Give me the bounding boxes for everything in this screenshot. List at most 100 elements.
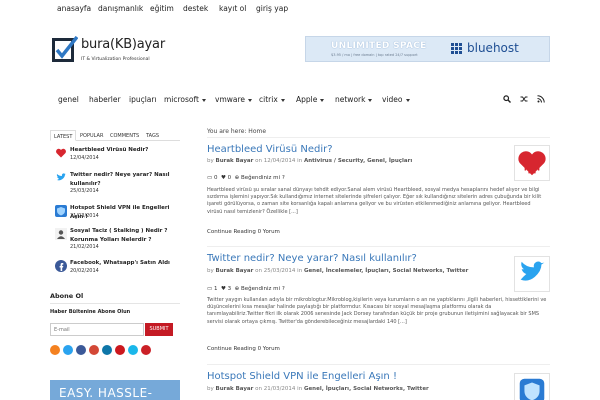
top-nav-danismanlik[interactable]: danışmanlık xyxy=(98,4,143,13)
banner-brand: bluehost xyxy=(467,41,519,55)
tab-popular[interactable]: POPULAR xyxy=(77,130,106,141)
bluehost-logo: bluehost xyxy=(451,41,543,59)
subscribe-heading: Abone Ol xyxy=(50,292,84,300)
list-item[interactable]: Twitter nedir? Neye yarar? Nasıl kullanı… xyxy=(55,171,180,194)
divider xyxy=(207,246,550,247)
promo-banner[interactable]: EASY. HASSLE-FREE xyxy=(50,380,180,400)
twitter-icon[interactable] xyxy=(514,256,550,292)
post-categories[interactable]: Genel, İpuçları, Social Networks, Twitte… xyxy=(304,386,429,392)
top-nav-kayit-ol[interactable]: kayıt ol xyxy=(219,4,246,13)
post-stats: ▭ 1 ♥ 3 ⊕ Beğendiniz mi ? xyxy=(207,286,285,292)
post-title[interactable]: Twitter nedir? Neye yarar? Nasıl kullanı… xyxy=(207,253,417,264)
email-field[interactable] xyxy=(50,323,144,336)
nav-video[interactable]: video xyxy=(382,95,410,104)
twitter-icon[interactable] xyxy=(63,345,73,355)
linkedin-icon[interactable] xyxy=(102,345,112,355)
continue-reading[interactable]: Continue Reading 0 Yorum xyxy=(207,346,280,352)
facebook-icon[interactable] xyxy=(76,345,86,355)
list-item-title[interactable]: Sosyal Taciz ( Stalking ) Nedir ? Korunm… xyxy=(70,227,175,245)
comment-icon: ▭ xyxy=(207,286,213,292)
tab-comments[interactable]: COMMENTS xyxy=(107,130,142,141)
top-nav-giris-yap[interactable]: giriş yap xyxy=(256,4,288,13)
top-nav-egitim[interactable]: eğitim xyxy=(150,4,174,13)
nav-genel[interactable]: genel xyxy=(58,95,79,104)
top-nav-anasayfa[interactable]: anasayfa xyxy=(57,4,91,13)
top-nav-destek[interactable]: destek xyxy=(183,4,208,13)
nav-ipuclari[interactable]: ipuçları xyxy=(129,95,157,104)
logo-subtitle: IT & Virtualization Professional xyxy=(81,57,150,62)
chevron-down-icon xyxy=(280,98,285,102)
divider xyxy=(50,303,180,304)
chevron-down-icon xyxy=(405,98,410,102)
list-item[interactable]: Heartbleed Virüsü Nedir? 12/04/2014 xyxy=(55,146,180,168)
pinterest-icon[interactable] xyxy=(141,345,151,355)
post-title[interactable]: Hotspot Shield VPN ile Engelleri Aşın ! xyxy=(207,371,397,382)
logo-title: bura(KB)ayar xyxy=(81,37,165,52)
nav-microsoft[interactable]: microsoft xyxy=(164,95,206,104)
comment-icon: ▭ xyxy=(207,175,213,181)
shield-icon xyxy=(55,205,67,217)
banner-title: UNLIMITED SPACE xyxy=(331,41,427,51)
post-date: 12/04/2014 xyxy=(263,158,296,164)
breadcrumb: You are here: Home xyxy=(207,128,267,135)
chevron-down-icon xyxy=(320,98,325,102)
post-excerpt: Heartbleed virüsü şu sıralar sanal dünya… xyxy=(207,187,542,215)
heart-icon[interactable] xyxy=(514,145,550,181)
post-stats: ▭ 0 ♥ 0 ⊕ Beğendiniz mi ? xyxy=(207,175,285,181)
chevron-down-icon xyxy=(248,98,253,102)
nav-network[interactable]: network xyxy=(335,95,373,104)
tab-latest[interactable]: LATEST xyxy=(50,130,77,141)
post-categories[interactable]: Antivirus / Security, Genel, İpuçları xyxy=(304,158,412,164)
tab-tags[interactable]: TAGS xyxy=(143,130,162,141)
list-item-date: 20/02/2014 xyxy=(70,268,99,274)
list-item-title[interactable]: Heartbleed Virüsü Nedir? xyxy=(70,146,175,155)
post-author[interactable]: Burak Bayar xyxy=(216,158,254,164)
list-item-title[interactable]: Facebook, Whatsapp'ı Satın Aldı xyxy=(70,259,175,268)
comment-count[interactable]: 0 Yorum xyxy=(258,346,280,352)
facebook-icon xyxy=(55,260,67,272)
post-meta: by Burak Bayar on 21/03/2014 in Genel, İ… xyxy=(207,386,429,392)
list-item-title[interactable]: Twitter nedir? Neye yarar? Nasıl kullanı… xyxy=(70,171,175,189)
list-item-date: 12/04/2014 xyxy=(70,155,99,161)
grid-icon xyxy=(451,43,463,55)
banner-subtitle: $3.95 / mo | free domain | top rated 24/… xyxy=(331,53,418,57)
post-author[interactable]: Burak Bayar xyxy=(216,268,254,274)
divider xyxy=(207,137,550,138)
shuffle-icon[interactable] xyxy=(520,95,528,103)
chevron-down-icon xyxy=(201,98,206,102)
list-item-date: 21/02/2014 xyxy=(70,244,99,250)
heart-icon: ♥ xyxy=(220,286,226,292)
divider xyxy=(207,364,550,365)
youtube-icon[interactable] xyxy=(115,345,125,355)
nav-apple[interactable]: Apple xyxy=(296,95,325,104)
list-item[interactable]: Facebook, Whatsapp'ı Satın Aldı 20/02/20… xyxy=(55,259,180,281)
nav-vmware[interactable]: vmware xyxy=(215,95,253,104)
post-categories[interactable]: Genel, İncelemeler, İpuçları, Social Net… xyxy=(304,268,468,274)
vimeo-icon[interactable] xyxy=(128,345,138,355)
post-author[interactable]: Burak Bayar xyxy=(216,386,254,392)
like-button[interactable]: ⊕ Beğendiniz mi ? xyxy=(235,175,285,181)
subscribe-subheading: Haber Bültenine Abone Olun xyxy=(50,309,131,315)
top-nav: anasayfa danışmanlık eğitim destek kayıt… xyxy=(0,0,600,20)
site-logo[interactable]: bura(KB)ayar IT & Virtualization Profess… xyxy=(52,36,202,70)
nav-citrix[interactable]: citrix xyxy=(259,95,285,104)
google-plus-icon[interactable] xyxy=(89,345,99,355)
rss-icon[interactable] xyxy=(50,345,60,355)
list-item[interactable]: Sosyal Taciz ( Stalking ) Nedir ? Korunm… xyxy=(55,227,180,250)
bluehost-banner[interactable]: UNLIMITED SPACE $3.95 / mo | free domain… xyxy=(305,36,550,62)
like-button[interactable]: ⊕ Beğendiniz mi ? xyxy=(235,286,285,292)
shield-icon[interactable] xyxy=(514,373,550,400)
search-icon[interactable] xyxy=(503,95,511,103)
post-date: 25/03/2014 xyxy=(263,268,296,274)
rss-icon[interactable] xyxy=(537,95,545,103)
continue-reading[interactable]: Continue Reading 0 Yorum xyxy=(207,229,280,235)
list-item[interactable]: Hotspot Shield VPN ile Engelleri Aşın ! … xyxy=(55,204,180,226)
post-title[interactable]: Heartbleed Virüsü Nedir? xyxy=(207,144,333,155)
submit-button[interactable]: SUBMIT xyxy=(145,323,173,336)
checkmark-logo-icon xyxy=(52,36,78,62)
comment-count[interactable]: 0 Yorum xyxy=(258,229,280,235)
list-item-date: 21/03/2014 xyxy=(70,213,99,219)
post-date: 21/03/2014 xyxy=(263,386,296,392)
chevron-down-icon xyxy=(368,98,373,102)
nav-haberler[interactable]: haberler xyxy=(89,95,121,104)
